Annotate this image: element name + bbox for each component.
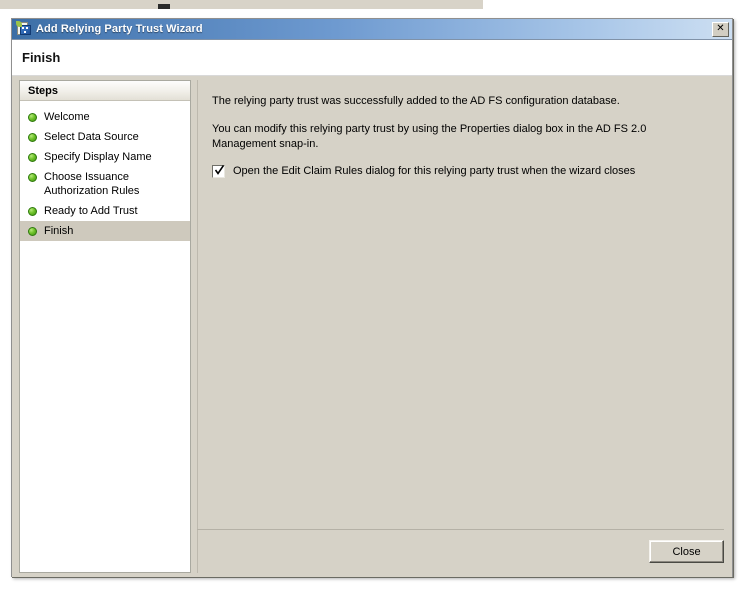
step-status-icon (28, 207, 37, 216)
close-icon[interactable]: ✕ (712, 21, 729, 37)
step-label: Choose Issuance Authorization Rules (44, 171, 140, 197)
step-label: Ready to Add Trust (44, 205, 138, 217)
sidebar-item-select-data-source[interactable]: Select Data Source (20, 127, 190, 147)
modify-instructions: You can modify this relying party trust … (212, 123, 647, 150)
background-window-mark (158, 4, 170, 9)
step-status-icon (28, 227, 37, 236)
step-status-icon (28, 133, 37, 142)
step-label: Finish (44, 225, 74, 237)
sidebar-item-choose-issuance-authorization-rules[interactable]: Choose Issuance Authorization Rules (20, 167, 190, 201)
step-status-icon (28, 173, 37, 182)
page-header-band: Finish (12, 40, 732, 76)
step-status-icon (28, 153, 37, 162)
sidebar-item-ready-to-add-trust[interactable]: Ready to Add Trust (20, 201, 190, 221)
window-body: Steps Welcome Select Data Source Specify… (12, 76, 732, 577)
background-window-strip (0, 0, 483, 9)
step-label: Specify Display Name (44, 151, 152, 163)
success-message: The relying party trust was successfully… (212, 95, 620, 107)
sidebar-item-finish[interactable]: Finish (20, 221, 190, 241)
content-inner: The relying party trust was successfully… (198, 80, 726, 529)
open-edit-claim-rules-row[interactable]: Open the Edit Claim Rules dialog for thi… (212, 165, 712, 178)
add-relying-party-trust-wizard-window: Add Relying Party Trust Wizard ✕ Finish … (11, 18, 733, 577)
footer-separator (197, 529, 724, 530)
window-title: Add Relying Party Trust Wizard (36, 23, 203, 35)
checkmark-icon (215, 165, 224, 175)
step-label: Select Data Source (44, 131, 139, 143)
step-status-icon (28, 113, 37, 122)
open-edit-claim-rules-label: Open the Edit Claim Rules dialog for thi… (233, 165, 636, 177)
steps-panel-header: Steps (20, 81, 190, 101)
steps-list: Welcome Select Data Source Specify Displ… (20, 101, 190, 241)
page-title: Finish (22, 50, 61, 65)
sidebar-item-welcome[interactable]: Welcome (20, 107, 190, 127)
close-button[interactable]: Close (649, 540, 724, 563)
steps-panel: Steps Welcome Select Data Source Specify… (19, 80, 191, 573)
sidebar-item-specify-display-name[interactable]: Specify Display Name (20, 147, 190, 167)
window-titlebar[interactable]: Add Relying Party Trust Wizard ✕ (12, 19, 732, 40)
open-edit-claim-rules-checkbox[interactable] (212, 165, 225, 178)
content-pane: The relying party trust was successfully… (197, 80, 726, 573)
wizard-certificate-icon (16, 21, 32, 37)
dialog-footer: Close (197, 529, 724, 573)
step-label: Welcome (44, 111, 90, 123)
